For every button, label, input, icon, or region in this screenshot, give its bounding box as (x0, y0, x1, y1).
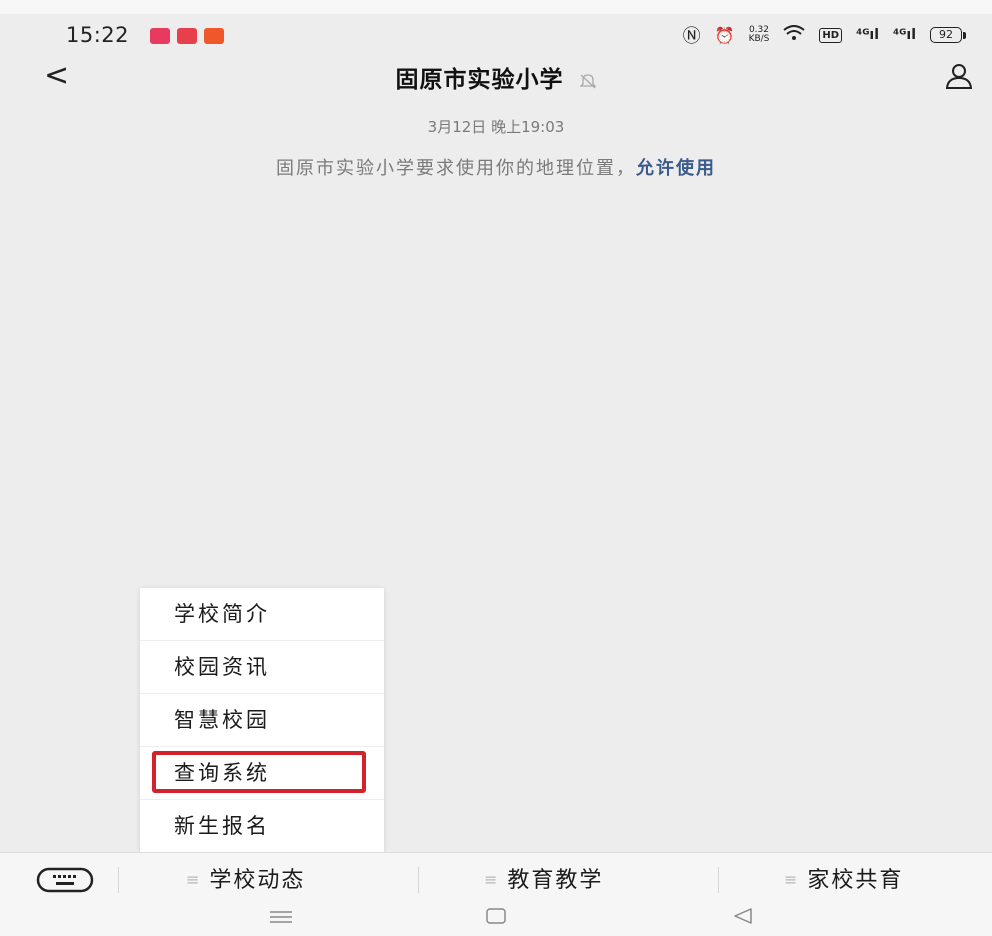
menu-lines-icon: ≡ (186, 870, 202, 889)
chat-header: < 固原市实验小学 (0, 54, 992, 100)
recent-apps-icon[interactable] (270, 908, 292, 927)
network-speed: 0.32 KB/S (748, 25, 770, 44)
toutiao-notification-icon (177, 28, 197, 44)
hd-voice-icon: HD (819, 27, 843, 43)
allow-location-link[interactable]: 允许使用 (636, 158, 716, 179)
status-icons: Ⓝ ⏰ 0.32 KB/S HD ⁴ᴳıl ⁴ᴳıl 92 (683, 22, 966, 48)
signal-icon-1: ⁴ᴳıl (856, 27, 880, 43)
back-nav-icon[interactable] (733, 908, 753, 928)
submenu-popup: 学校简介 校园资讯 智慧校园 查询系统 新生报名 (140, 588, 384, 852)
status-bar: 15:22 Ⓝ ⏰ 0.32 KB/S HD ⁴ᴳıl ⁴ᴳıl 92 (0, 14, 992, 54)
message-timestamp: 3月12日 晚上19:03 (427, 118, 565, 136)
signal-icon-2: ⁴ᴳıl (893, 27, 916, 43)
nfc-icon: Ⓝ (682, 26, 701, 47)
battery-icon: 92 (930, 27, 966, 43)
divider (718, 867, 719, 893)
wifi-icon (783, 25, 806, 45)
submenu-item-campus-news[interactable]: 校园资讯 (140, 641, 384, 694)
system-nav-bar (0, 906, 992, 936)
submenu-item-new-student-registration[interactable]: 新生报名 (140, 800, 384, 852)
divider (418, 867, 419, 893)
page-title: 固原市实验小学 (395, 67, 564, 93)
battery-level: 92 (930, 27, 962, 43)
keyboard-icon[interactable] (36, 867, 94, 897)
submenu-item-query-system[interactable]: 查询系统 (140, 747, 384, 800)
menu-lines-icon: ≡ (484, 870, 500, 889)
official-account-menu-bar: ≡ 学校动态 ≡ 教育教学 ≡ 家校共育 (0, 852, 992, 907)
app-notification-icon (204, 28, 224, 44)
weibo-notification-icon (150, 28, 170, 44)
home-icon[interactable] (486, 908, 506, 928)
divider (118, 867, 119, 893)
menu-lines-icon: ≡ (784, 870, 800, 889)
status-time: 15:22 (66, 23, 130, 47)
menu-tab-school-news[interactable]: ≡ 学校动态 (186, 853, 305, 907)
submenu-item-school-intro[interactable]: 学校简介 (140, 588, 384, 641)
bell-mute-icon (578, 72, 597, 94)
person-icon[interactable] (944, 62, 974, 94)
alarm-icon: ⏰ (714, 25, 735, 45)
submenu-item-smart-campus[interactable]: 智慧校园 (140, 694, 384, 747)
menu-tab-home-school[interactable]: ≡ 家校共育 (784, 853, 903, 907)
menu-tab-education[interactable]: ≡ 教育教学 (484, 853, 603, 907)
location-notice-text: 固原市实验小学要求使用你的地理位置， (276, 158, 636, 179)
location-notice: 固原市实验小学要求使用你的地理位置，允许使用 (0, 154, 992, 180)
top-edge (0, 0, 992, 14)
